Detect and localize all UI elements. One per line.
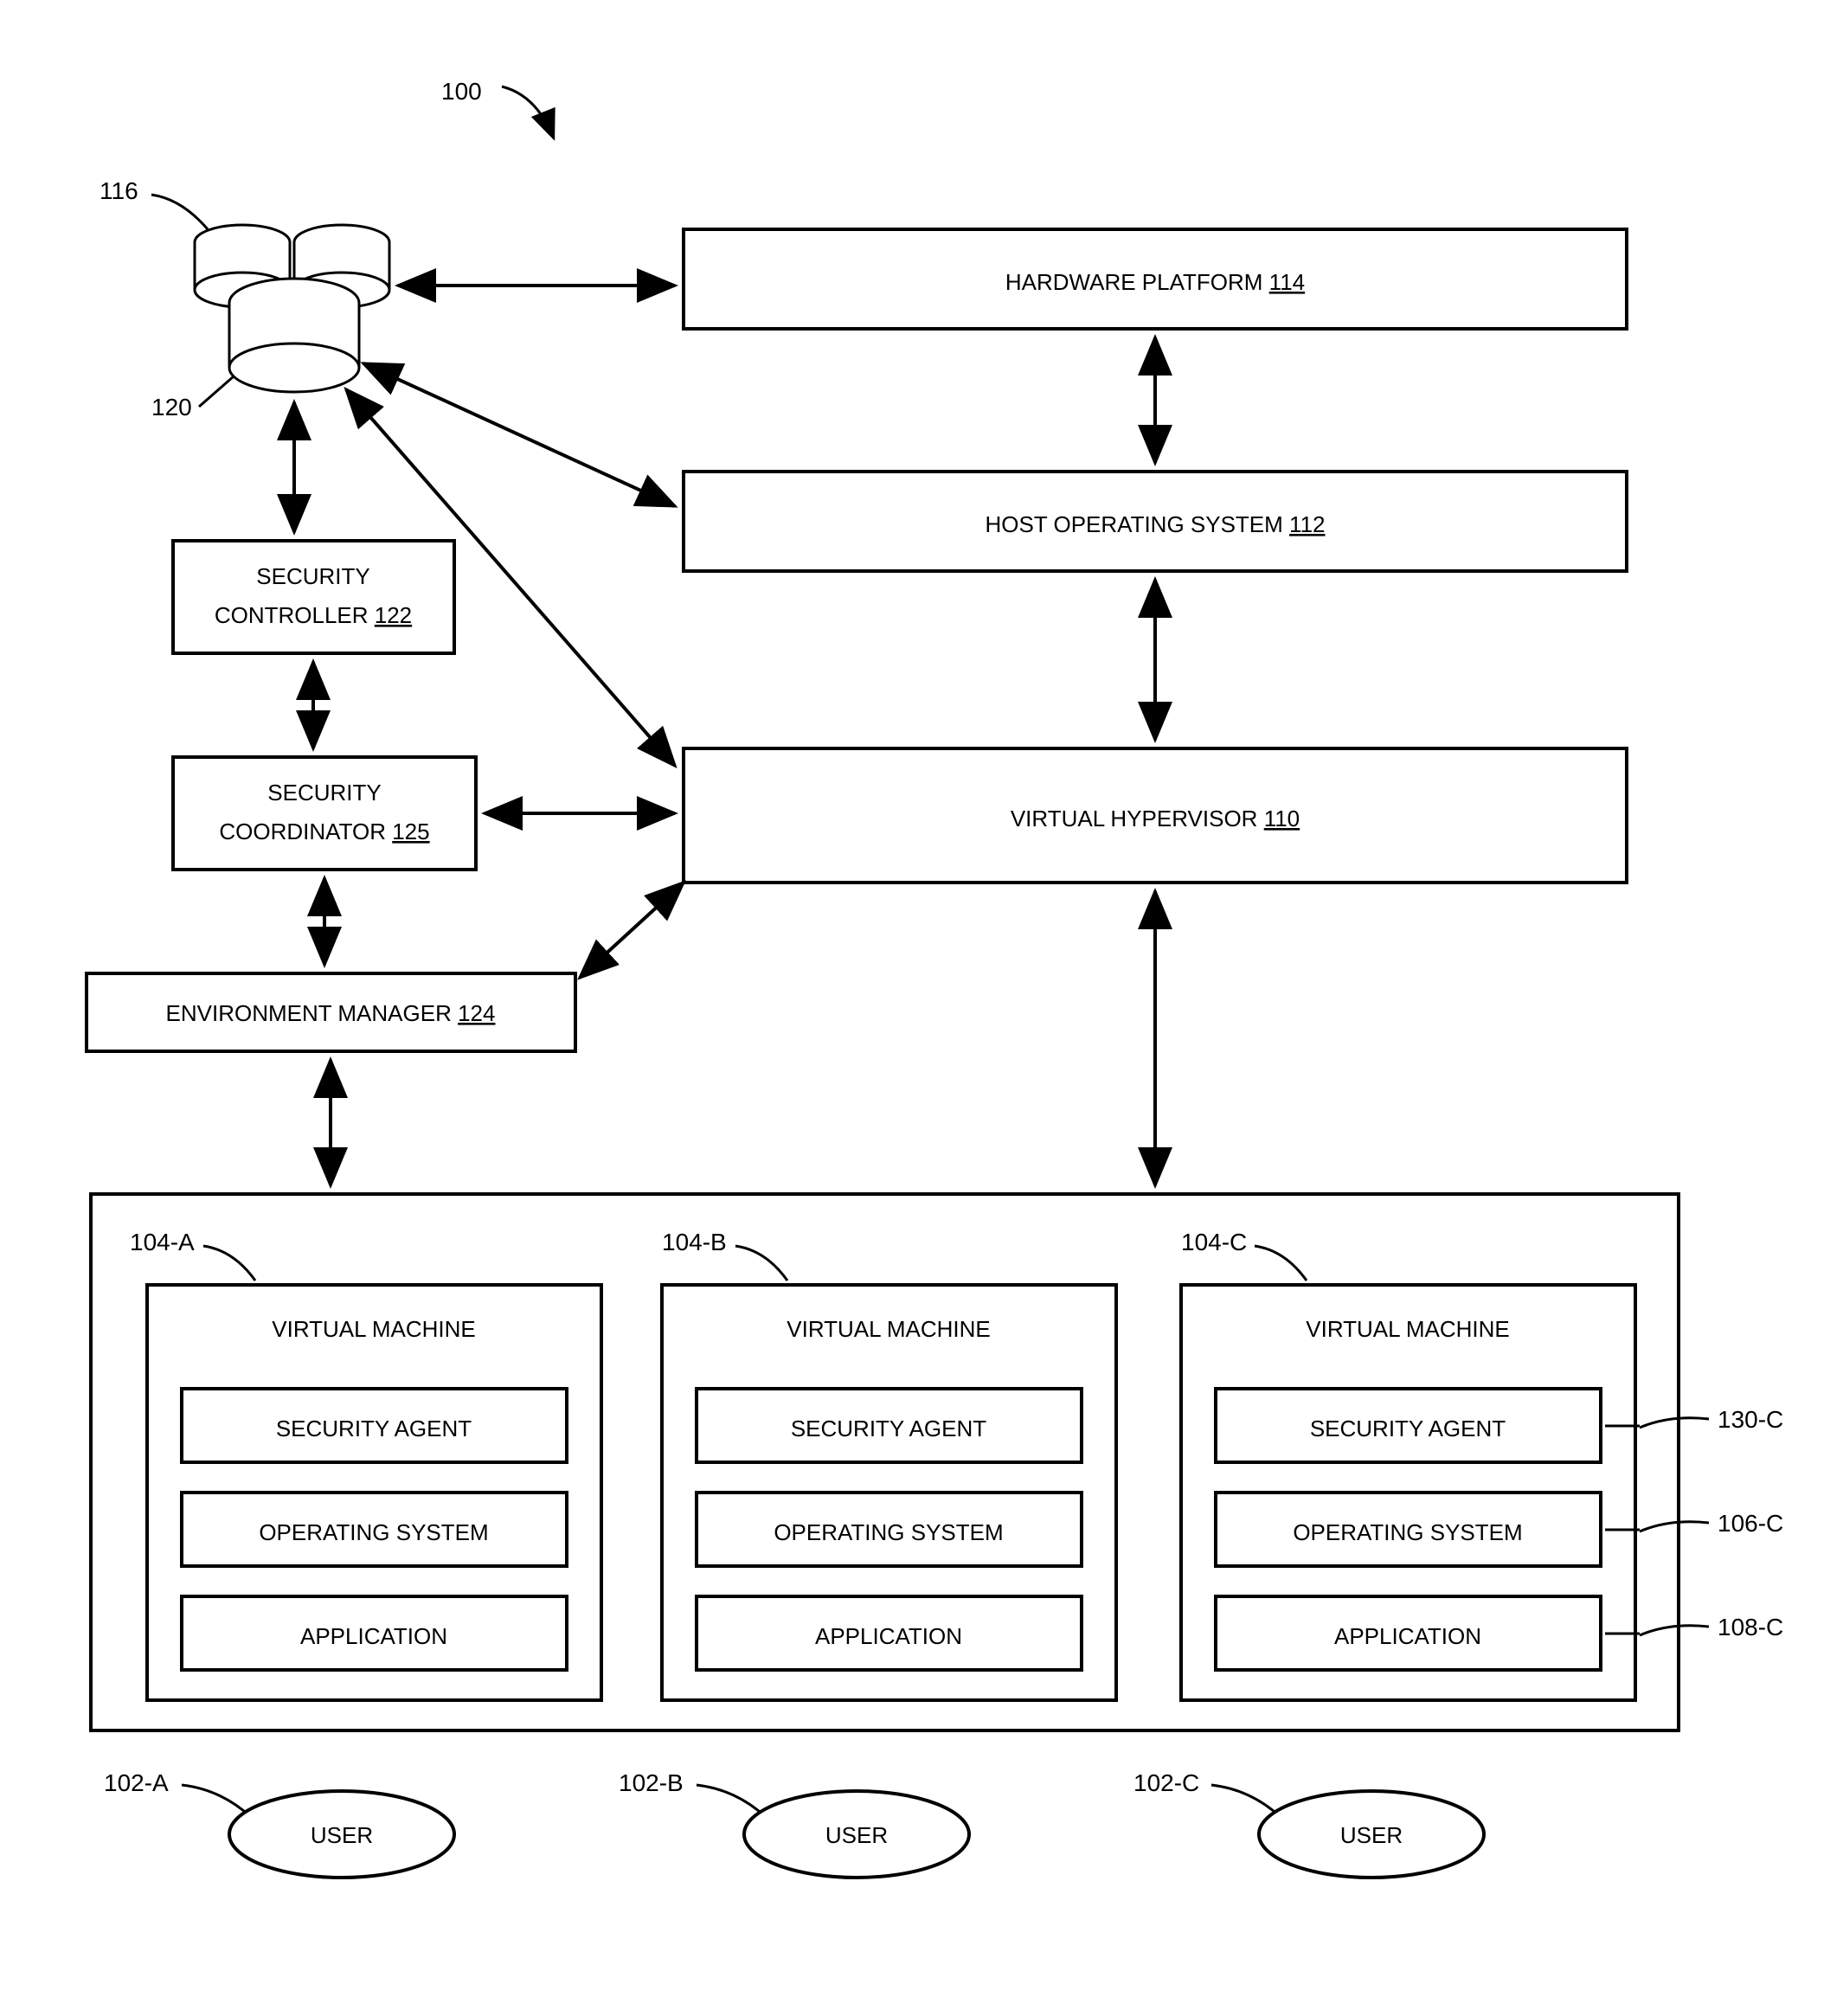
ref-116-leader [151,195,208,229]
security-controller-box [173,541,454,653]
ref-100-arrow [502,87,554,138]
security-coordinator-label: SECURITY [267,780,381,806]
security-coordinator-label2: COORDINATOR 125 [219,819,429,844]
vm-b-security-agent-label: SECURITY AGENT [791,1416,986,1441]
virtual-hypervisor-label: VIRTUAL HYPERVISOR 110 [1011,806,1300,831]
database-cluster-icon [195,225,389,392]
security-controller-label2: CONTROLLER 122 [215,602,412,628]
ref-130c-label: 130-C [1718,1406,1783,1433]
ref-100-label: 100 [441,78,482,105]
vm-a-title: VIRTUAL MACHINE [272,1316,476,1342]
arrow-envmgr-hypervisor [580,883,684,978]
ref-102c-label: 102-C [1133,1769,1199,1796]
arrow-db-hostos [363,363,675,506]
vm-b-title: VIRTUAL MACHINE [787,1316,991,1342]
ref-104b-label: 104-B [662,1229,727,1255]
ref-104c-label: 104-C [1181,1229,1247,1255]
vm-c-security-agent-label: SECURITY AGENT [1310,1416,1506,1441]
security-coordinator-box [173,757,476,870]
ref-120-leader [199,376,234,407]
vm-c-group: 104-C VIRTUAL MACHINE SECURITY AGENT OPE… [1181,1229,1635,1700]
security-controller-label: SECURITY [256,563,369,589]
architecture-diagram: 100 116 120 HARDWARE PLATFORM 114 [0,0,1843,2016]
user-a-label: USER [311,1822,373,1848]
vm-a-app-label: APPLICATION [300,1623,447,1649]
vm-a-group: 104-A VIRTUAL MACHINE SECURITY AGENT OPE… [130,1229,601,1700]
vm-c-app-label: APPLICATION [1334,1623,1481,1649]
vm-b-app-label: APPLICATION [815,1623,962,1649]
vm-b-group: 104-B VIRTUAL MACHINE SECURITY AGENT OPE… [662,1229,1116,1700]
user-c-label: USER [1340,1822,1403,1848]
environment-manager-label: ENVIRONMENT MANAGER 124 [166,1000,496,1026]
vm-a-security-agent-label: SECURITY AGENT [276,1416,472,1441]
ref-102b-label: 102-B [619,1769,684,1796]
ref-102c-leader [1211,1785,1281,1817]
ref-116-label: 116 [100,177,138,204]
ref-104a-label: 104-A [130,1229,195,1255]
user-b-label: USER [825,1822,888,1848]
vm-b-os-label: OPERATING SYSTEM [774,1519,1003,1545]
ref-102a-label: 102-A [104,1769,169,1796]
ref-120-label: 120 [151,394,192,421]
hardware-platform-label: HARDWARE PLATFORM 114 [1005,269,1305,295]
vm-c-os-label: OPERATING SYSTEM [1293,1519,1522,1545]
vm-c-title: VIRTUAL MACHINE [1306,1316,1510,1342]
ref-106c-label: 106-C [1718,1510,1783,1537]
ref-108c-label: 108-C [1718,1614,1783,1640]
host-os-label: HOST OPERATING SYSTEM 112 [986,511,1326,537]
vm-a-os-label: OPERATING SYSTEM [259,1519,488,1545]
ref-102b-leader [697,1785,766,1817]
ref-102a-leader [182,1785,251,1817]
